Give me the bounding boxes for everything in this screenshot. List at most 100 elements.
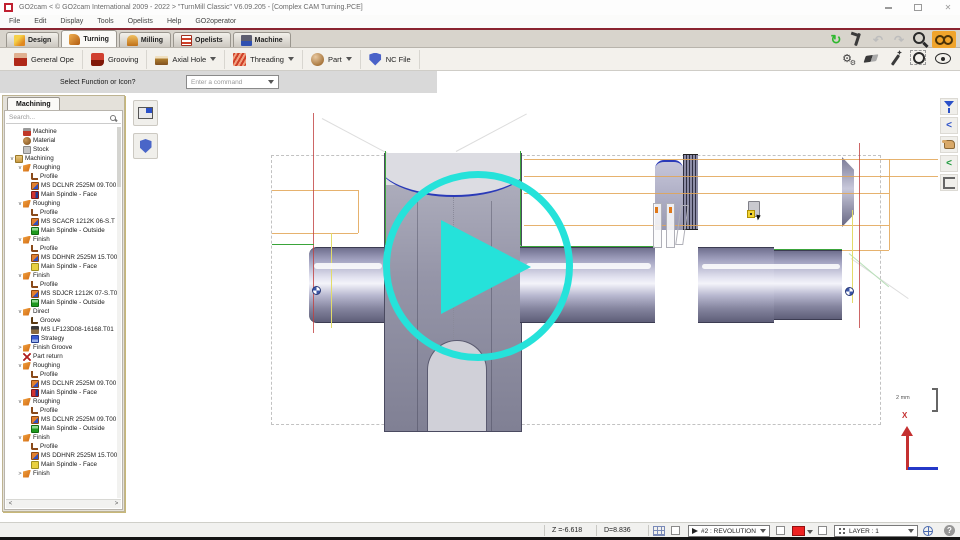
eraser-icon[interactable] <box>862 50 880 67</box>
profile-select-button[interactable] <box>940 174 958 191</box>
menu-edit[interactable]: Edit <box>27 18 53 25</box>
tree-item[interactable]: Main Spindle - Outside <box>6 226 117 235</box>
help-icon[interactable]: ? <box>944 525 955 536</box>
tab-opelists[interactable]: Opelists <box>173 32 231 47</box>
layer-selector[interactable]: LAYER : 1 <box>834 525 918 537</box>
menu-file[interactable]: File <box>2 18 27 25</box>
tab-milling[interactable]: Milling <box>119 32 171 47</box>
tree-item[interactable]: Part return <box>6 352 117 361</box>
scroll-left-icon[interactable]: < <box>6 501 15 507</box>
tree-item[interactable]: Main Spindle - Outside <box>6 424 117 433</box>
tree-item[interactable]: vFinish <box>6 271 117 280</box>
layer-visibility-checkbox[interactable] <box>818 526 827 535</box>
clean-icon[interactable] <box>886 50 904 67</box>
tree-item[interactable]: Main Spindle - Outside <box>6 298 117 307</box>
tree-item[interactable]: vMachining <box>6 154 117 163</box>
collapse-icon[interactable]: v <box>17 237 23 243</box>
viewport-3d[interactable]: 2 mm X Z <box>126 93 938 522</box>
color-dropdown-icon[interactable] <box>807 530 813 534</box>
grid-toggle-icon[interactable] <box>652 525 666 537</box>
tree-item[interactable]: Profile <box>6 442 117 451</box>
color-apply-checkbox[interactable] <box>776 526 785 535</box>
nc-file-button[interactable]: NC File <box>361 50 420 69</box>
tree-item[interactable]: MS SCACR 1212K 06-S.T <box>6 217 117 226</box>
tree-vertical-scrollbar[interactable] <box>117 127 121 498</box>
tree-item[interactable]: Strategy <box>6 334 117 343</box>
collapse-icon[interactable]: v <box>17 435 23 441</box>
machine-tools-icon[interactable] <box>838 50 856 67</box>
tab-machine[interactable]: Machine <box>233 32 291 47</box>
part-button[interactable]: Part <box>303 50 361 69</box>
pick-hand-button[interactable] <box>940 136 958 153</box>
simulation-button[interactable] <box>133 100 158 126</box>
machining-panel-tab[interactable]: Machining <box>7 97 60 110</box>
scroll-right-icon[interactable]: > <box>112 501 121 507</box>
tree-item[interactable]: Main Spindle - Face <box>6 262 117 271</box>
active-color-swatch[interactable] <box>792 526 805 536</box>
redo-icon[interactable] <box>890 31 908 48</box>
minimize-button[interactable] <box>880 2 896 14</box>
tree-item[interactable]: vFinish <box>6 433 117 442</box>
tree-item[interactable]: vRoughing <box>6 199 117 208</box>
tree-horizontal-scrollbar[interactable]: < > <box>6 499 121 508</box>
tab-design[interactable]: Design <box>6 32 59 47</box>
tree-item[interactable]: MS SDJCR 1212K 07-S.T0 <box>6 289 117 298</box>
filter-button[interactable] <box>940 98 958 115</box>
collapse-icon[interactable]: v <box>17 201 23 207</box>
maximize-button[interactable] <box>910 2 926 14</box>
collapse-icon[interactable]: v <box>17 363 23 369</box>
tree-item[interactable]: Machine <box>6 127 117 136</box>
grooving-button[interactable]: Grooving <box>83 50 147 69</box>
collapse-icon[interactable]: v <box>17 273 23 279</box>
undo-icon[interactable] <box>869 31 887 48</box>
collapse-icon[interactable]: v <box>17 309 23 315</box>
tree-item[interactable]: MS DDHNR 2525M 15.T00 <box>6 451 117 460</box>
tree-item[interactable]: vRoughing <box>6 163 117 172</box>
sync-icon[interactable] <box>827 31 845 48</box>
menu-tools[interactable]: Tools <box>90 18 120 25</box>
tree-item[interactable]: MS LF123D08-16168.T01 <box>6 325 117 334</box>
command-combobox[interactable]: Enter a command <box>186 75 279 89</box>
collapse-icon[interactable]: v <box>17 165 23 171</box>
tree-item[interactable]: Main Spindle - Face <box>6 388 117 397</box>
expand-icon[interactable]: > <box>17 471 23 477</box>
tree-item[interactable]: vRoughing <box>6 361 117 370</box>
tree-item[interactable]: Groove <box>6 316 117 325</box>
menu-opelists[interactable]: Opelists <box>121 18 160 25</box>
prev-green-button[interactable] <box>940 155 958 172</box>
tree-item[interactable]: MS DCLNR 2525M 09.T00 <box>6 415 117 424</box>
spindle-selector[interactable]: #2 : REVOLUTION <box>688 525 770 537</box>
tree-item[interactable]: Main Spindle - Face <box>6 190 117 199</box>
tree-item[interactable]: >Finish <box>6 469 117 478</box>
tree-item[interactable]: Profile <box>6 406 117 415</box>
search-input[interactable] <box>6 114 110 121</box>
tree-item[interactable]: Profile <box>6 208 117 217</box>
menu-help[interactable]: Help <box>160 18 188 25</box>
spindle-visibility-checkbox[interactable] <box>671 526 680 535</box>
close-button[interactable]: ✕ <box>940 2 956 14</box>
world-view-icon[interactable] <box>922 525 934 537</box>
visibility-icon[interactable] <box>934 50 952 67</box>
tree-item[interactable]: Profile <box>6 244 117 253</box>
tree-item[interactable]: >Finish Groove <box>6 343 117 352</box>
zoom-window-icon[interactable] <box>910 50 928 67</box>
tree-item[interactable]: Stock <box>6 145 117 154</box>
tree-item[interactable]: Profile <box>6 370 117 379</box>
glasses-icon[interactable] <box>932 31 956 48</box>
collapse-icon[interactable]: v <box>17 399 23 405</box>
menu-display[interactable]: Display <box>53 18 90 25</box>
tree-item[interactable]: MS DCLNR 2525M 09.T00 <box>6 181 117 190</box>
general-ope-button[interactable]: General Ope <box>6 50 83 69</box>
caliper-icon[interactable] <box>848 31 866 48</box>
tree-item[interactable]: MS DCLNR 2525M 09.T00 <box>6 379 117 388</box>
tree-item[interactable]: vRoughing <box>6 397 117 406</box>
tree-item[interactable]: Profile <box>6 280 117 289</box>
zoom-in-icon[interactable] <box>911 31 929 48</box>
axial-hole-button[interactable]: Axial Hole <box>147 50 225 69</box>
tree-item[interactable]: MS DDHNR 2525M 15.T00 <box>6 253 117 262</box>
menu-go2operator[interactable]: GO2operator <box>188 18 243 25</box>
threading-button[interactable]: Threading <box>225 50 303 69</box>
tree-item[interactable]: vFinish <box>6 235 117 244</box>
tree-item[interactable]: Main Spindle - Face <box>6 460 117 469</box>
tree-item[interactable]: vDirect <box>6 307 117 316</box>
